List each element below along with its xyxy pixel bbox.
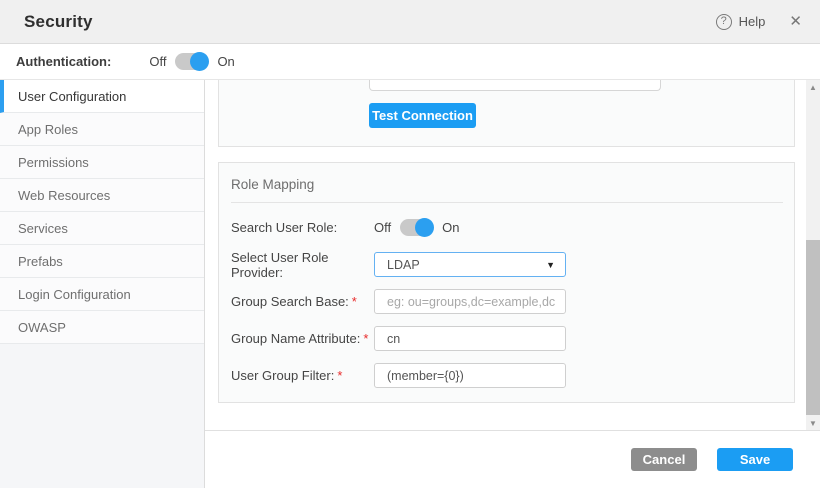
- help-icon: ?: [716, 14, 732, 30]
- role-mapping-divider: [231, 202, 783, 203]
- group-search-base-label: Group Search Base:*: [231, 294, 374, 309]
- sidebar-item-web-resources[interactable]: Web Resources: [0, 179, 204, 212]
- sidebar-item-label: User Configuration: [18, 89, 126, 104]
- page-title: Security: [24, 12, 93, 32]
- close-icon[interactable]: ✕: [789, 14, 802, 29]
- sidebar-item-label: Prefabs: [18, 254, 63, 269]
- role-mapping-title: Role Mapping: [231, 173, 783, 192]
- scroll-content: Test Connection Role Mapping Search User…: [205, 80, 806, 430]
- scroll-down-icon[interactable]: ▼: [806, 416, 820, 430]
- dialog-body: User Configuration App Roles Permissions…: [0, 80, 820, 488]
- search-user-role-toggle-group: Off On: [374, 219, 459, 236]
- authentication-off-label: Off: [149, 54, 166, 69]
- required-asterisk: *: [352, 294, 357, 309]
- authentication-toggle-group: Off On: [149, 53, 234, 70]
- group-name-attribute-label-text: Group Name Attribute:: [231, 331, 360, 346]
- sidebar-nav: User Configuration App Roles Permissions…: [0, 80, 205, 488]
- group-search-base-input[interactable]: [374, 289, 566, 314]
- user-group-filter-label: User Group Filter:*: [231, 368, 374, 383]
- search-user-role-label: Search User Role:: [231, 220, 374, 235]
- sidebar-item-services[interactable]: Services: [0, 212, 204, 245]
- sidebar-item-label: Login Configuration: [18, 287, 131, 302]
- sidebar-item-prefabs[interactable]: Prefabs: [0, 245, 204, 278]
- group-name-attribute-label: Group Name Attribute:*: [231, 331, 374, 346]
- search-user-role-toggle-knob: [415, 218, 434, 237]
- sidebar-item-login-configuration[interactable]: Login Configuration: [0, 278, 204, 311]
- scroll-up-icon[interactable]: ▲: [806, 80, 820, 94]
- group-search-base-row: Group Search Base:*: [231, 289, 783, 314]
- help-label: Help: [739, 14, 766, 29]
- user-role-provider-label: Select User Role Provider:: [231, 250, 374, 280]
- help-button[interactable]: ? Help: [716, 14, 766, 30]
- group-name-attribute-input[interactable]: [374, 326, 566, 351]
- required-asterisk: *: [337, 368, 342, 383]
- sidebar-item-permissions[interactable]: Permissions: [0, 146, 204, 179]
- dialog-header: Security ? Help ✕: [0, 0, 820, 44]
- sidebar-item-label: OWASP: [18, 320, 66, 335]
- user-role-provider-row: Select User Role Provider: LDAP ▼: [231, 252, 783, 277]
- role-mapping-card: Role Mapping Search User Role: Off On: [218, 162, 795, 403]
- user-role-provider-select[interactable]: LDAP ▼: [374, 252, 566, 277]
- user-group-filter-row: User Group Filter:*: [231, 363, 783, 388]
- vertical-scrollbar[interactable]: ▲ ▼: [806, 80, 820, 430]
- authentication-bar: Authentication: Off On: [0, 44, 820, 80]
- sidebar-item-label: Services: [18, 221, 68, 236]
- sidebar-item-label: Web Resources: [18, 188, 110, 203]
- user-group-filter-label-text: User Group Filter:: [231, 368, 334, 383]
- authentication-toggle-knob: [190, 52, 209, 71]
- truncated-input[interactable]: [369, 80, 661, 91]
- scroll-region: Test Connection Role Mapping Search User…: [205, 80, 820, 431]
- cancel-button[interactable]: Cancel: [631, 448, 697, 471]
- user-group-filter-input[interactable]: [374, 363, 566, 388]
- authentication-on-label: On: [217, 54, 234, 69]
- group-search-base-label-text: Group Search Base:: [231, 294, 349, 309]
- scrollbar-thumb[interactable]: [806, 240, 820, 415]
- sidebar-item-user-configuration[interactable]: User Configuration: [0, 80, 204, 113]
- chevron-down-icon: ▼: [546, 260, 555, 270]
- sidebar-item-label: App Roles: [18, 122, 78, 137]
- search-user-role-off-label: Off: [374, 220, 391, 235]
- authentication-label: Authentication:: [16, 54, 111, 69]
- sidebar-item-app-roles[interactable]: App Roles: [0, 113, 204, 146]
- user-role-provider-value: LDAP: [387, 258, 420, 272]
- authentication-toggle[interactable]: [175, 53, 208, 70]
- sidebar-item-owasp[interactable]: OWASP: [0, 311, 204, 344]
- search-user-role-row: Search User Role: Off On: [231, 215, 783, 240]
- save-button[interactable]: Save: [717, 448, 793, 471]
- security-dialog: Security ? Help ✕ Authentication: Off On…: [0, 0, 820, 488]
- sidebar-item-label: Permissions: [18, 155, 89, 170]
- search-user-role-on-label: On: [442, 220, 459, 235]
- dialog-footer: Cancel Save: [205, 431, 820, 488]
- ldap-connection-card: Test Connection: [218, 80, 795, 147]
- main-panel: Test Connection Role Mapping Search User…: [205, 80, 820, 488]
- required-asterisk: *: [363, 331, 368, 346]
- test-connection-button[interactable]: Test Connection: [369, 103, 476, 128]
- group-name-attribute-row: Group Name Attribute:*: [231, 326, 783, 351]
- search-user-role-toggle[interactable]: [400, 219, 433, 236]
